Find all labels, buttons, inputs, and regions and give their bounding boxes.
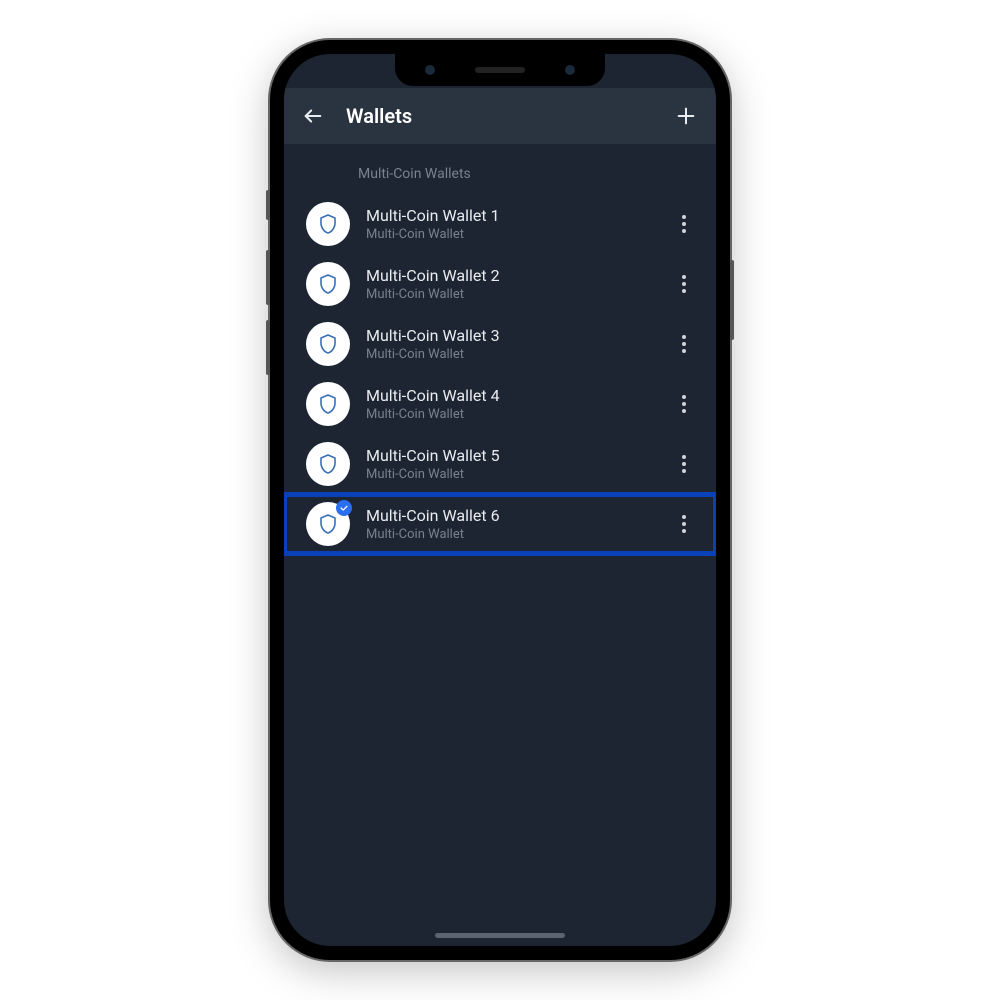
more-options-button[interactable]	[674, 455, 694, 473]
phone-mute-switch	[266, 190, 270, 220]
wallet-icon	[306, 442, 350, 486]
wallet-row[interactable]: Multi-Coin Wallet 2 Multi-Coin Wallet	[284, 254, 716, 314]
wallet-name: Multi-Coin Wallet 3	[366, 326, 674, 345]
phone-volume-up	[266, 250, 270, 305]
phone-power-button	[730, 260, 734, 340]
arrow-left-icon	[302, 105, 324, 127]
shield-icon	[316, 272, 340, 296]
home-indicator[interactable]	[435, 933, 565, 938]
wallet-subtitle: Multi-Coin Wallet	[366, 227, 674, 242]
wallet-row[interactable]: Multi-Coin Wallet 3 Multi-Coin Wallet	[284, 314, 716, 374]
more-options-button[interactable]	[674, 395, 694, 413]
app-bar: Wallets	[284, 88, 716, 144]
wallet-icon	[306, 262, 350, 306]
wallet-icon	[306, 382, 350, 426]
phone-frame: Wallets Multi-Coin Wallets Multi-Coin Wa…	[270, 40, 730, 960]
wallet-row[interactable]: Multi-Coin Wallet 5 Multi-Coin Wallet	[284, 434, 716, 494]
wallet-icon	[306, 322, 350, 366]
more-options-button[interactable]	[674, 275, 694, 293]
wallet-row[interactable]: Multi-Coin Wallet 6 Multi-Coin Wallet	[284, 494, 716, 554]
wallet-subtitle: Multi-Coin Wallet	[366, 527, 674, 542]
shield-icon	[316, 332, 340, 356]
wallet-name: Multi-Coin Wallet 6	[366, 506, 674, 525]
back-button[interactable]	[302, 105, 324, 127]
phone-volume-down	[266, 320, 270, 375]
wallet-name: Multi-Coin Wallet 4	[366, 386, 674, 405]
front-camera-icon	[425, 65, 435, 75]
add-wallet-button[interactable]	[674, 104, 698, 128]
sensor-icon	[565, 65, 575, 75]
wallet-list: Multi-Coin Wallet 1Multi-Coin WalletMult…	[284, 194, 716, 554]
wallet-text: Multi-Coin Wallet 6 Multi-Coin Wallet	[366, 506, 674, 542]
more-options-button[interactable]	[674, 515, 694, 533]
wallet-icon	[306, 202, 350, 246]
selected-badge	[336, 500, 352, 516]
wallet-text: Multi-Coin Wallet 5 Multi-Coin Wallet	[366, 446, 674, 482]
page-title: Wallets	[346, 104, 674, 128]
check-icon	[339, 503, 349, 513]
wallet-text: Multi-Coin Wallet 3 Multi-Coin Wallet	[366, 326, 674, 362]
wallet-subtitle: Multi-Coin Wallet	[366, 407, 674, 422]
wallet-subtitle: Multi-Coin Wallet	[366, 287, 674, 302]
wallet-subtitle: Multi-Coin Wallet	[366, 467, 674, 482]
wallet-row[interactable]: Multi-Coin Wallet 1 Multi-Coin Wallet	[284, 194, 716, 254]
phone-screen: Wallets Multi-Coin Wallets Multi-Coin Wa…	[284, 54, 716, 946]
section-header: Multi-Coin Wallets	[284, 162, 716, 194]
phone-notch	[395, 54, 605, 86]
more-options-button[interactable]	[674, 215, 694, 233]
plus-icon	[675, 105, 697, 127]
speaker-icon	[475, 67, 525, 73]
shield-icon	[316, 212, 340, 236]
wallet-name: Multi-Coin Wallet 2	[366, 266, 674, 285]
wallet-name: Multi-Coin Wallet 1	[366, 206, 674, 225]
wallet-icon	[306, 502, 350, 546]
wallet-name: Multi-Coin Wallet 5	[366, 446, 674, 465]
content-area: Multi-Coin Wallets Multi-Coin Wallet 1Mu…	[284, 144, 716, 554]
wallet-subtitle: Multi-Coin Wallet	[366, 347, 674, 362]
wallet-row[interactable]: Multi-Coin Wallet 4 Multi-Coin Wallet	[284, 374, 716, 434]
more-options-button[interactable]	[674, 335, 694, 353]
wallet-text: Multi-Coin Wallet 4 Multi-Coin Wallet	[366, 386, 674, 422]
shield-icon	[316, 392, 340, 416]
wallet-text: Multi-Coin Wallet 1 Multi-Coin Wallet	[366, 206, 674, 242]
wallet-text: Multi-Coin Wallet 2 Multi-Coin Wallet	[366, 266, 674, 302]
shield-icon	[316, 452, 340, 476]
shield-icon	[316, 512, 340, 536]
